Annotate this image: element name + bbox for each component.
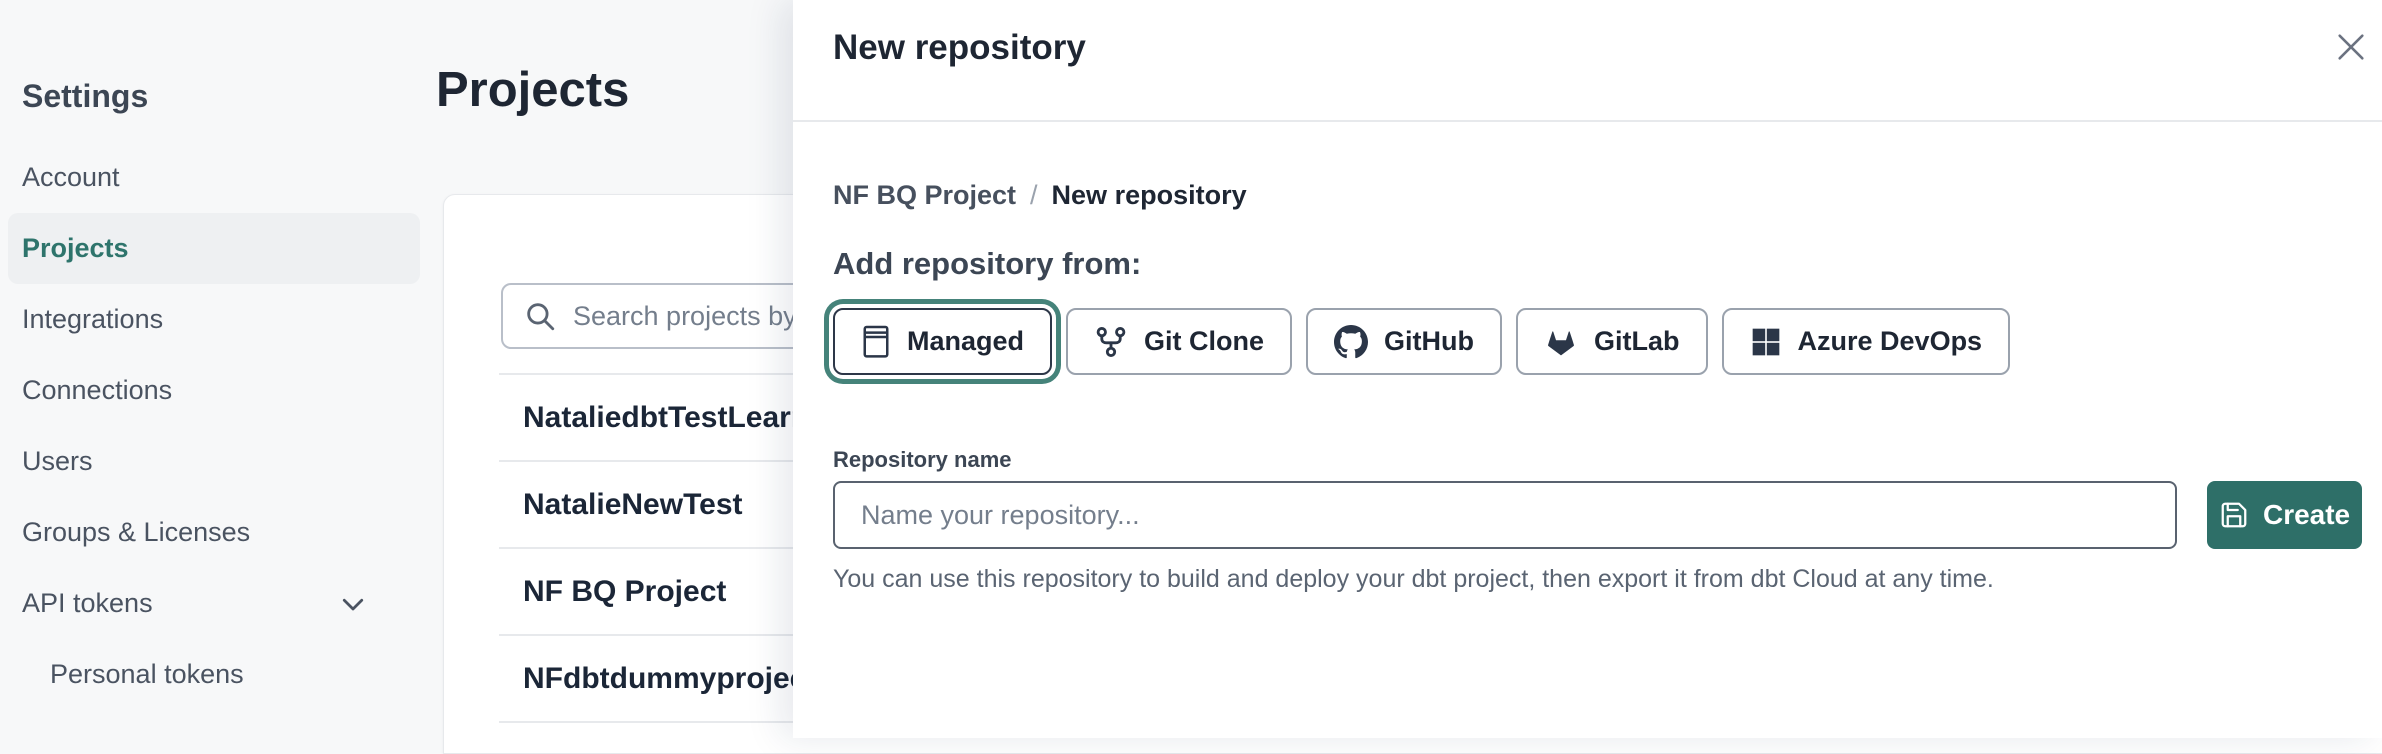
- sidebar-item-projects[interactable]: Projects: [8, 213, 420, 284]
- gitlab-icon: [1544, 325, 1578, 359]
- close-button[interactable]: [2326, 22, 2376, 72]
- managed-repo-icon: [861, 325, 891, 359]
- new-repository-modal: New repository NF BQ Project / New repos…: [793, 0, 2382, 738]
- modal-title: New repository: [833, 28, 1086, 68]
- sidebar-item-integrations[interactable]: Integrations: [8, 284, 420, 355]
- project-link[interactable]: NataliedbtTestLearn T: [523, 401, 836, 435]
- sidebar-item-label: Groups & Licenses: [22, 517, 250, 548]
- search-icon: [523, 299, 557, 333]
- source-button-azure-devops[interactable]: Azure DevOps: [1722, 308, 2011, 375]
- git-branch-icon: [1094, 325, 1128, 359]
- settings-sidebar: Settings Account Projects Integrations C…: [0, 0, 440, 738]
- azure-devops-icon: [1750, 326, 1782, 358]
- source-button-gitlab[interactable]: GitLab: [1516, 308, 1708, 375]
- sidebar-title: Settings: [22, 78, 148, 115]
- repository-name-input[interactable]: [833, 481, 2177, 549]
- source-button-managed[interactable]: Managed: [833, 308, 1052, 375]
- sidebar-item-account[interactable]: Account: [8, 142, 420, 213]
- sidebar-item-users[interactable]: Users: [8, 426, 420, 497]
- repository-helper-text: You can use this repository to build and…: [833, 563, 2362, 595]
- sidebar-item-label: API tokens: [22, 588, 153, 619]
- source-button-github[interactable]: GitHub: [1306, 308, 1502, 375]
- source-button-label: Managed: [907, 326, 1024, 357]
- source-button-label: GitLab: [1594, 326, 1680, 357]
- modal-header: New repository: [793, 0, 2382, 122]
- close-icon: [2334, 30, 2368, 64]
- sidebar-item-groups-licenses[interactable]: Groups & Licenses: [8, 497, 420, 568]
- save-icon: [2219, 500, 2249, 530]
- add-repository-heading: Add repository from:: [833, 246, 2362, 282]
- breadcrumb: NF BQ Project / New repository: [833, 178, 2362, 212]
- sidebar-item-label: Connections: [22, 375, 172, 406]
- github-icon: [1334, 325, 1368, 359]
- sidebar-item-label: Integrations: [22, 304, 163, 335]
- project-link[interactable]: NatalieNewTest: [523, 488, 743, 522]
- settings-nav: Account Projects Integrations Connection…: [8, 142, 420, 710]
- source-button-label: Azure DevOps: [1798, 326, 1983, 357]
- breadcrumb-separator: /: [1030, 178, 1038, 212]
- create-button-label: Create: [2263, 499, 2350, 531]
- create-button[interactable]: Create: [2207, 481, 2362, 549]
- repository-name-label: Repository name: [833, 447, 2362, 473]
- sidebar-item-label: Account: [22, 162, 120, 193]
- breadcrumb-current: New repository: [1052, 178, 1247, 212]
- repository-name-row: Create: [833, 481, 2362, 549]
- project-link[interactable]: NF BQ Project: [523, 575, 726, 609]
- sidebar-item-api-tokens[interactable]: API tokens: [8, 568, 420, 639]
- modal-body: NF BQ Project / New repository Add repos…: [833, 122, 2362, 595]
- chevron-down-icon: [338, 589, 368, 619]
- project-link[interactable]: NFdbtdummyproject: [523, 662, 816, 696]
- source-button-label: GitHub: [1384, 326, 1474, 357]
- sidebar-item-connections[interactable]: Connections: [8, 355, 420, 426]
- sidebar-item-label: Personal tokens: [50, 659, 244, 690]
- repo-source-buttons: Managed Git Clone GitHub GitLab: [833, 308, 2362, 375]
- source-button-label: Git Clone: [1144, 326, 1264, 357]
- sidebar-item-personal-tokens[interactable]: Personal tokens: [8, 639, 420, 710]
- sidebar-item-label: Projects: [22, 233, 129, 264]
- page-title: Projects: [436, 62, 629, 118]
- breadcrumb-project-link[interactable]: NF BQ Project: [833, 178, 1016, 212]
- source-button-git-clone[interactable]: Git Clone: [1066, 308, 1292, 375]
- sidebar-item-label: Users: [22, 446, 93, 477]
